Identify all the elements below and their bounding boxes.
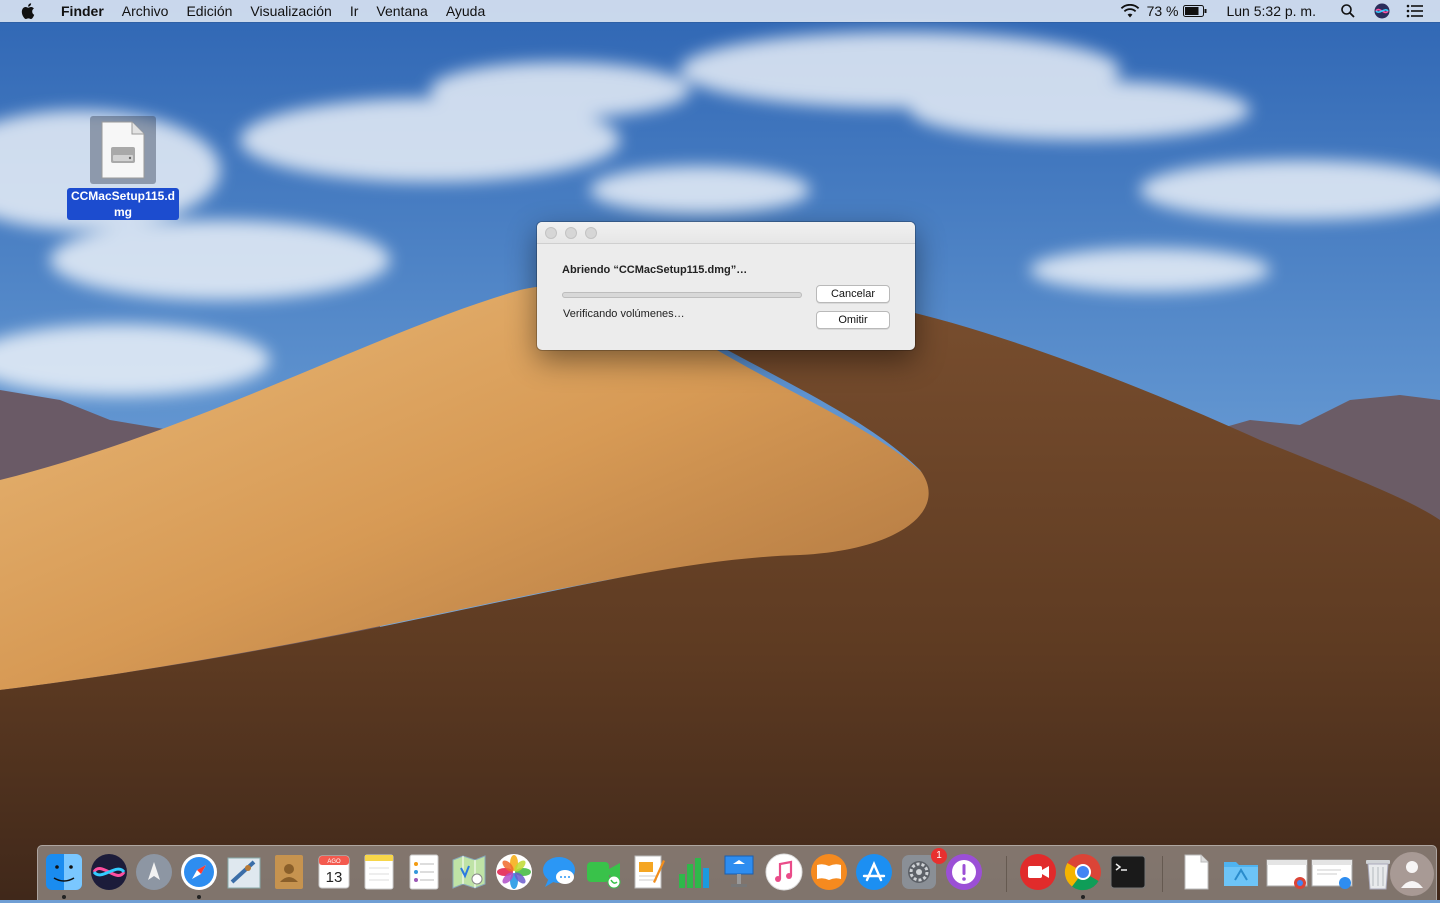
finder-running-indicator bbox=[62, 895, 66, 899]
dock: AGO 13 1 bbox=[37, 845, 1437, 900]
zoom-video-icon[interactable] bbox=[1018, 852, 1058, 892]
minimized-safari-window-icon[interactable] bbox=[1311, 852, 1353, 892]
finder-icon[interactable] bbox=[44, 852, 84, 892]
document-icon[interactable] bbox=[1176, 852, 1216, 892]
contacts-icon[interactable] bbox=[269, 852, 309, 892]
launchpad-icon[interactable] bbox=[134, 852, 174, 892]
dialog-status: Verificando volúmenes… bbox=[563, 308, 685, 320]
pages-icon[interactable] bbox=[629, 852, 669, 892]
keynote-icon[interactable] bbox=[719, 852, 759, 892]
ibooks-icon[interactable] bbox=[809, 852, 849, 892]
skip-button[interactable]: Omitir bbox=[816, 311, 890, 329]
progress-bar bbox=[562, 292, 802, 298]
apple-icon[interactable] bbox=[18, 0, 38, 22]
spotlight-icon[interactable] bbox=[1338, 0, 1358, 22]
numbers-icon[interactable] bbox=[674, 852, 714, 892]
reminders-icon[interactable] bbox=[404, 852, 444, 892]
desktop-file-ccmacsetup[interactable]: CCMacSetup115.dmg bbox=[64, 116, 182, 221]
notification-center-icon[interactable] bbox=[1404, 0, 1426, 22]
menu-ventana[interactable]: Ventana bbox=[367, 0, 436, 22]
menu-visualizacion[interactable]: Visualización bbox=[241, 0, 340, 22]
terminal-icon[interactable] bbox=[1108, 852, 1148, 892]
safari-icon[interactable] bbox=[179, 852, 219, 892]
dialog-message: Abriendo “CCMacSetup115.dmg”… bbox=[562, 264, 748, 276]
cancel-button[interactable]: Cancelar bbox=[816, 285, 890, 303]
menu-bar: Finder Archivo Edición Visualización Ir … bbox=[0, 0, 1440, 22]
maps-icon[interactable] bbox=[449, 852, 489, 892]
dialog-titlebar[interactable] bbox=[537, 222, 915, 244]
badge-count: 1 bbox=[936, 850, 942, 861]
mail-icon[interactable] bbox=[224, 852, 264, 892]
calendar-month: AGO bbox=[327, 859, 341, 865]
battery-percent[interactable]: 73 % bbox=[1147, 3, 1179, 19]
desktop-wallpaper bbox=[0, 0, 1440, 900]
downloads-folder-icon[interactable] bbox=[1221, 852, 1261, 892]
facetime-icon[interactable] bbox=[584, 852, 624, 892]
photos-icon[interactable] bbox=[494, 852, 534, 892]
app-store-icon[interactable] bbox=[854, 852, 894, 892]
menu-archivo[interactable]: Archivo bbox=[113, 0, 178, 22]
dock-separator-2 bbox=[1162, 856, 1163, 892]
calendar-day: 13 bbox=[326, 869, 343, 886]
feedback-assistant-icon[interactable] bbox=[944, 852, 984, 892]
menu-ir[interactable]: Ir bbox=[341, 0, 368, 22]
siri-icon[interactable] bbox=[1372, 0, 1392, 22]
safari-running-indicator bbox=[197, 895, 201, 899]
zoom-button[interactable] bbox=[585, 227, 597, 239]
chrome-running-indicator bbox=[1081, 895, 1085, 899]
menu-clock[interactable]: Lun 5:32 p. m. bbox=[1226, 3, 1316, 19]
chrome-icon[interactable] bbox=[1063, 852, 1103, 892]
messages-icon[interactable] bbox=[539, 852, 579, 892]
menu-edicion[interactable]: Edición bbox=[177, 0, 241, 22]
siri-app-icon[interactable] bbox=[89, 852, 129, 892]
itunes-icon[interactable] bbox=[764, 852, 804, 892]
minimize-button[interactable] bbox=[565, 227, 577, 239]
battery-icon[interactable] bbox=[1182, 0, 1208, 22]
disk-image-icon[interactable] bbox=[90, 116, 156, 184]
wifi-icon[interactable] bbox=[1119, 0, 1141, 22]
notes-icon[interactable] bbox=[359, 852, 399, 892]
calendar-icon[interactable]: AGO 13 bbox=[314, 852, 354, 892]
minimized-chrome-window-icon[interactable] bbox=[1266, 852, 1308, 892]
desktop-file-label[interactable]: CCMacSetup115.dmg bbox=[67, 188, 179, 220]
menu-app-finder[interactable]: Finder bbox=[52, 0, 113, 22]
opening-dialog: Abriendo “CCMacSetup115.dmg”… Verificand… bbox=[537, 222, 915, 350]
watermark-logo bbox=[1388, 850, 1436, 898]
menu-ayuda[interactable]: Ayuda bbox=[437, 0, 494, 22]
close-button[interactable] bbox=[545, 227, 557, 239]
dock-separator bbox=[1006, 856, 1007, 892]
